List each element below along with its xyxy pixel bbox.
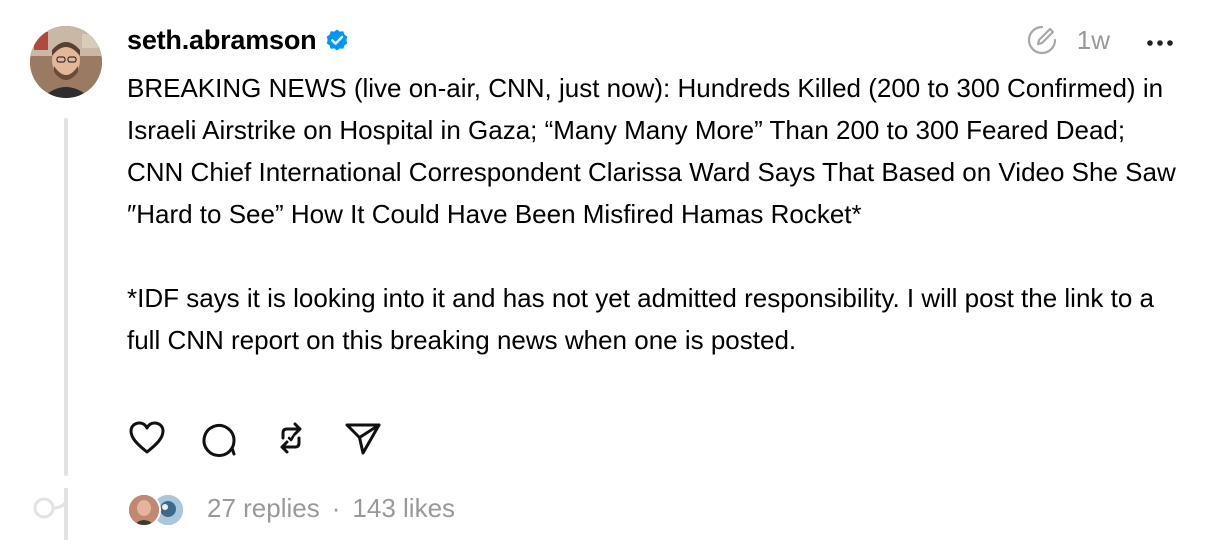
replies-count[interactable]: 27 replies	[207, 493, 320, 524]
thread-end-dots	[30, 476, 70, 542]
send-icon	[345, 423, 381, 455]
post-body: BREAKING NEWS (live on-air, CNN, just no…	[127, 67, 1187, 361]
reply-button[interactable]	[199, 418, 239, 458]
likes-count[interactable]: 143 likes	[352, 493, 455, 524]
post-footer: 27 replies · 143 likes	[127, 488, 455, 528]
repost-button[interactable]	[271, 418, 311, 458]
separator: ·	[331, 492, 341, 523]
action-bar	[127, 418, 415, 458]
share-button[interactable]	[343, 418, 383, 458]
author-avatar[interactable]	[30, 26, 102, 98]
heart-icon	[129, 421, 165, 454]
post-timestamp[interactable]: 1w	[1077, 25, 1110, 56]
replier-avatars[interactable]	[127, 490, 191, 527]
post-meta: 1w	[1025, 22, 1174, 58]
like-button[interactable]	[127, 418, 167, 458]
repost-icon	[280, 422, 302, 454]
post-paragraph: BREAKING NEWS (live on-air, CNN, just no…	[127, 73, 1176, 229]
avatar	[127, 493, 161, 527]
comment-icon	[202, 424, 236, 457]
engagement-stats: 27 replies · 143 likes	[207, 493, 455, 524]
more-icon[interactable]	[1146, 35, 1174, 46]
post-header: seth.abramson	[127, 22, 350, 58]
edited-icon[interactable]	[1025, 23, 1059, 57]
post-paragraph: *IDF says it is looking into it and has …	[127, 283, 1154, 355]
username-link[interactable]: seth.abramson	[127, 25, 317, 56]
thread-line	[64, 118, 68, 476]
verified-badge-icon	[324, 27, 350, 53]
